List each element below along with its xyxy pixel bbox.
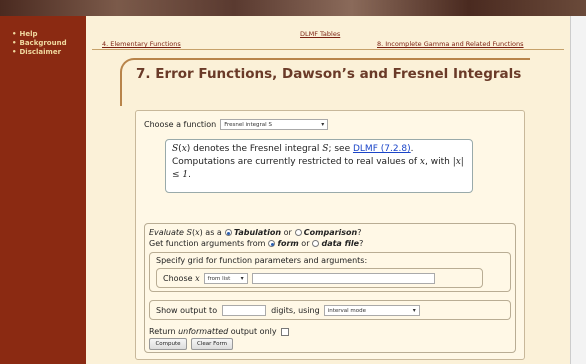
- choose-function-label: Choose a function: [144, 120, 217, 129]
- bullet-icon: •: [12, 39, 17, 47]
- mode-select-value: interval mode: [327, 307, 367, 314]
- dropdown-arrow-icon: ▾: [321, 121, 325, 128]
- or-label: or: [301, 239, 310, 248]
- header-banner: [0, 0, 586, 16]
- get-args-row: Get function arguments from form or data…: [149, 239, 364, 248]
- divider: [92, 49, 564, 50]
- next-chapter-link[interactable]: 8. Incomplete Gamma and Related Function…: [377, 40, 524, 48]
- x-list-input[interactable]: [251, 273, 435, 284]
- data-file-radio[interactable]: [312, 240, 320, 247]
- description-text: denotes the Fresnel integral: [193, 144, 320, 154]
- dlmf-tables-link[interactable]: DLMF Tables: [300, 30, 340, 38]
- digits-using-label: digits, using: [271, 306, 320, 315]
- comparison-radio[interactable]: [294, 229, 302, 236]
- tabulation-label: Tabulation: [233, 228, 282, 237]
- mode-select[interactable]: interval mode ▾: [323, 305, 420, 316]
- unformatted-label: unformatted: [178, 327, 229, 336]
- clear-form-button[interactable]: Clear Form: [191, 338, 233, 350]
- form-radio[interactable]: [268, 240, 276, 247]
- sidebar-item-label: Background: [19, 39, 67, 47]
- description-text: .: [188, 170, 192, 180]
- bullet-icon: •: [12, 30, 17, 38]
- bullet-icon: •: [12, 48, 17, 56]
- or-label: or: [283, 228, 292, 237]
- main-content: 4. Elementary Functions DLMF Tables 8. I…: [86, 16, 570, 364]
- dropdown-arrow-icon: ▾: [240, 275, 244, 282]
- x-source-value: from list: [207, 275, 231, 282]
- sidebar-item-help[interactable]: • Help: [12, 30, 86, 39]
- sidebar-item-disclaimer[interactable]: • Disclaimer: [12, 48, 86, 57]
- tabulation-radio[interactable]: [224, 229, 232, 236]
- choose-function-row: Choose a function Fresnel integral S ▾: [144, 119, 329, 130]
- description-text: , with: [425, 157, 450, 167]
- output-options: Show output to digits, using interval mo…: [149, 300, 511, 320]
- as-a-label: as a: [205, 228, 222, 237]
- digits-input[interactable]: [222, 305, 267, 316]
- dropdown-arrow-icon: ▾: [412, 307, 416, 314]
- sidebar-item-background[interactable]: • Background: [12, 39, 86, 48]
- get-args-label: Get function arguments from: [149, 239, 266, 248]
- title-frame: 7. Error Functions, Dawson’s and Fresnel…: [120, 58, 530, 106]
- unformatted-checkbox[interactable]: [280, 327, 289, 336]
- prev-chapter-link[interactable]: 4. Elementary Functions: [102, 40, 181, 48]
- compute-button[interactable]: Compute: [149, 338, 187, 350]
- unformatted-row: Return unformatted output only: [149, 327, 289, 336]
- show-output-label: Show output to: [156, 306, 218, 315]
- x-source-select[interactable]: from list ▾: [203, 273, 248, 284]
- evaluate-label: Evaluate: [149, 228, 184, 237]
- function-select-value: Fresnel integral S: [224, 121, 272, 128]
- choose-x-label: Choose: [163, 274, 193, 283]
- description-text: ; see: [328, 144, 351, 154]
- chapter-navigation: 4. Elementary Functions DLMF Tables 8. I…: [86, 16, 570, 50]
- sidebar: • Help • Background • Disclaimer: [0, 16, 86, 364]
- function-form: Choose a function Fresnel integral S ▾ S…: [135, 110, 525, 360]
- scrollbar[interactable]: [570, 16, 586, 364]
- comparison-label: Comparison: [303, 228, 358, 237]
- dlmf-equation-link[interactable]: DLMF (7.2.8): [353, 144, 411, 154]
- evaluate-row: Evaluate S(x) as a Tabulation or Compari…: [149, 228, 362, 237]
- form-option-label: form: [277, 239, 299, 248]
- choose-x-row: Choose x from list ▾: [156, 268, 483, 288]
- function-select[interactable]: Fresnel integral S ▾: [220, 119, 329, 130]
- sidebar-item-label: Disclaimer: [19, 48, 62, 56]
- page-title: 7. Error Functions, Dawson’s and Fresnel…: [136, 66, 522, 82]
- function-description: S(x) denotes the Fresnel integral S; see…: [165, 139, 473, 193]
- evaluation-options: Evaluate S(x) as a Tabulation or Compari…: [144, 223, 516, 353]
- grid-specification: Specify grid for function parameters and…: [149, 252, 511, 292]
- sidebar-item-label: Help: [19, 30, 38, 38]
- data-file-option-label: data file: [321, 239, 360, 248]
- grid-title: Specify grid for function parameters and…: [156, 256, 368, 265]
